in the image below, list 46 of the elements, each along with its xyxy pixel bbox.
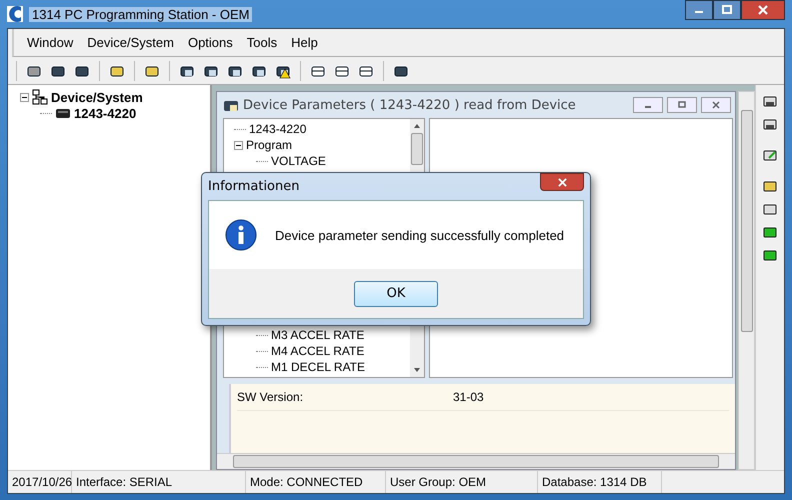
info-value: 31-03 — [453, 390, 484, 404]
scroll-thumb[interactable] — [233, 455, 719, 468]
status-field: 2017/10/26 — [8, 471, 72, 493]
status-field: Interface: SERIAL — [72, 471, 246, 493]
ok-button[interactable]: OK — [354, 280, 438, 306]
scroll-thumb[interactable] — [740, 110, 752, 332]
child-window-title: Device Parameters ( 1243-4220 ) read from Device — [243, 98, 576, 112]
tree-item[interactable]: Program — [246, 138, 292, 152]
tree-item[interactable]: M1 DECEL RATE — [271, 360, 366, 374]
tree-item[interactable]: 1243-4220 — [74, 106, 136, 120]
info-label: SW Version: — [237, 390, 304, 404]
maximize-button[interactable] — [713, 0, 741, 20]
scrollbar[interactable] — [217, 453, 735, 469]
tree-item[interactable]: Device/System — [51, 90, 143, 104]
network-icon — [32, 89, 48, 105]
dialog-message: Device parameter sending successfully completed — [275, 228, 564, 242]
minimize-button[interactable] — [685, 0, 713, 20]
menu-item[interactable]: Window — [20, 35, 80, 50]
status-field: Database: 1314 DB — [538, 471, 662, 493]
close-icon — [558, 178, 566, 186]
info-icon — [225, 219, 257, 251]
scrollbar[interactable] — [738, 91, 755, 470]
close-icon — [711, 100, 721, 110]
menu-item[interactable]: Help — [284, 35, 325, 50]
menu-item[interactable]: Tools — [240, 35, 284, 50]
status-field: Mode: CONNECTED — [246, 471, 386, 493]
tree-item[interactable]: M4 ACCEL RATE — [271, 344, 364, 358]
maximize-icon — [722, 5, 732, 15]
status-field: User Group: OEM — [386, 471, 538, 493]
scroll-up-icon[interactable] — [413, 122, 421, 130]
collapse-toggle[interactable] — [20, 92, 29, 102]
menu-item[interactable]: Device/System — [80, 35, 181, 50]
menu-item[interactable]: Options — [180, 35, 240, 50]
app-logo-icon — [7, 6, 23, 22]
tree-item[interactable]: VOLTAGE — [271, 154, 326, 168]
tree-item[interactable]: M3 ACCEL RATE — [271, 328, 364, 342]
collapse-toggle[interactable] — [234, 140, 243, 150]
window-title: 1314 PC Programming Station - OEM — [29, 6, 252, 22]
scroll-thumb[interactable] — [411, 133, 423, 165]
close-button[interactable] — [741, 0, 785, 20]
scroll-down-icon[interactable] — [413, 366, 421, 374]
dialog-title: Informationen — [208, 179, 300, 194]
close-icon — [758, 5, 768, 15]
close-button[interactable] — [540, 173, 584, 191]
tree-item[interactable]: 1243-4220 — [249, 122, 306, 136]
maximize-icon — [677, 100, 687, 110]
